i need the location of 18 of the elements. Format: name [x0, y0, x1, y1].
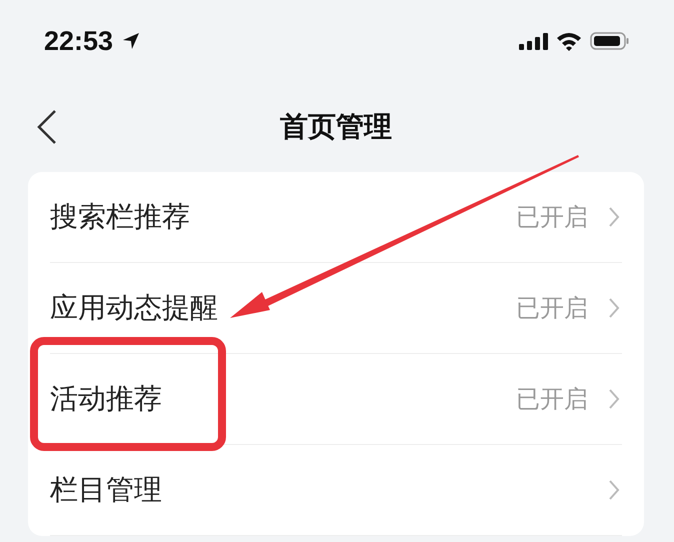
- setting-label: 栏目管理: [50, 472, 162, 508]
- setting-status: 已开启: [516, 384, 588, 415]
- setting-label: 搜索栏推荐: [50, 199, 190, 235]
- chevron-icon: [608, 388, 620, 410]
- status-time: 22:53: [44, 26, 114, 56]
- signal-icon: [518, 31, 548, 51]
- setting-label: 应用动态提醒: [50, 290, 218, 326]
- back-icon[interactable]: [36, 109, 58, 145]
- wifi-icon: [556, 31, 582, 51]
- chevron-icon: [608, 206, 620, 228]
- page-title: 首页管理: [280, 109, 392, 145]
- location-arrow-icon: [121, 31, 142, 51]
- setting-label: 活动推荐: [50, 381, 162, 417]
- chevron-icon: [608, 297, 620, 319]
- setting-status: 已开启: [516, 202, 588, 233]
- chevron-icon: [608, 479, 620, 501]
- setting-status: 已开启: [516, 293, 588, 324]
- battery-icon: [590, 31, 630, 51]
